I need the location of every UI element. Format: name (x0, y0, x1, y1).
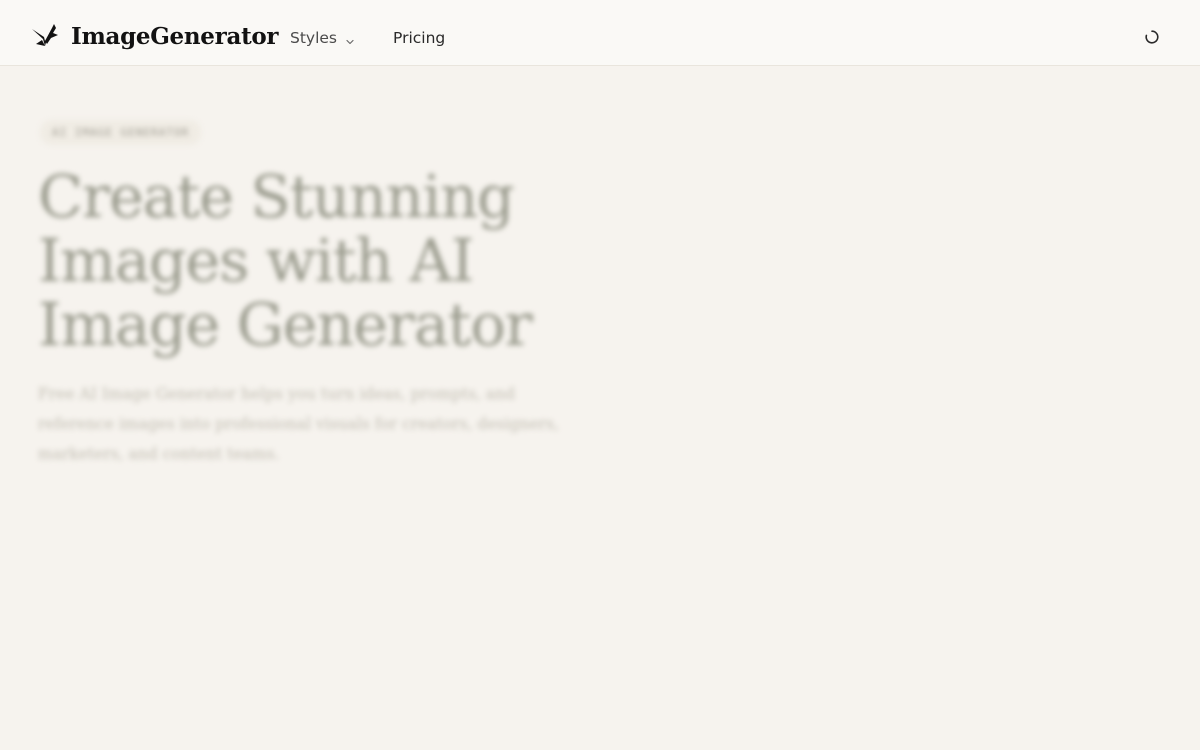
top-navigation-bar: ImageGenerator Styles Pricing (0, 0, 1200, 66)
hero-headline: Create Stunning Images with AI Image Gen… (38, 162, 533, 359)
nav-pricing-link[interactable]: Pricing (393, 29, 445, 47)
brand-logo-link[interactable]: ImageGenerator (30, 22, 279, 52)
hero-eyebrow-badge: AI IMAGE GENERATOR (40, 120, 202, 145)
crane-bird-icon (30, 22, 60, 52)
loading-spinner-icon (1144, 29, 1160, 45)
hero-description: Free AI Image Generator helps you turn i… (38, 385, 559, 463)
nav-styles-label: Styles (290, 29, 338, 47)
brand-name: ImageGenerator (71, 23, 279, 50)
hero-section: AI IMAGE GENERATOR Create Stunning Image… (38, 120, 598, 485)
main-navigation: Styles Pricing (290, 24, 445, 52)
chevron-down-icon (345, 33, 355, 45)
nav-styles-dropdown[interactable]: Styles (290, 29, 355, 47)
